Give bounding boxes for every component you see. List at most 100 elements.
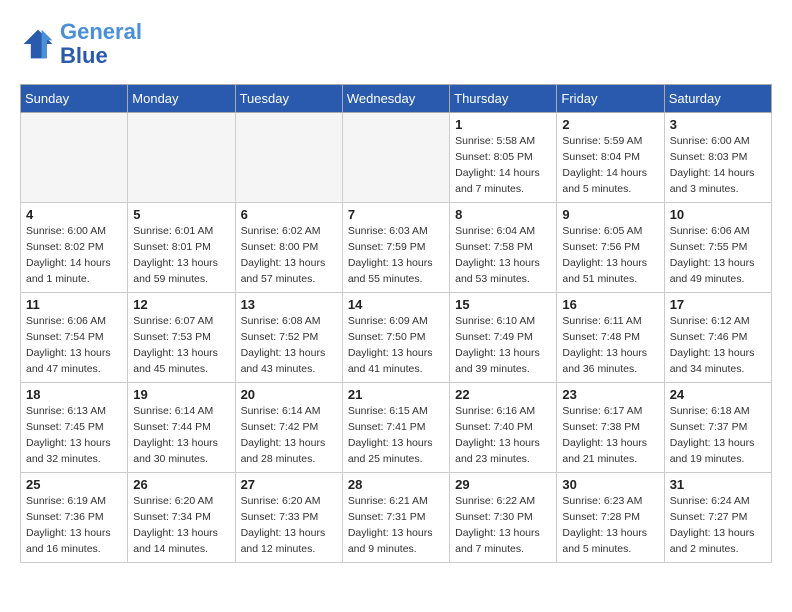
day-info: Sunrise: 6:20 AMSunset: 7:33 PMDaylight:… [241,494,337,557]
calendar-cell: 27 Sunrise: 6:20 AMSunset: 7:33 PMDayligh… [235,473,342,563]
day-number: 11 [26,297,122,312]
calendar-cell: 10 Sunrise: 6:06 AMSunset: 7:55 PMDayligh… [664,203,771,293]
day-info: Sunrise: 6:07 AMSunset: 7:53 PMDaylight:… [133,314,229,377]
calendar-cell: 7 Sunrise: 6:03 AMSunset: 7:59 PMDaylight… [342,203,449,293]
calendar-cell: 21 Sunrise: 6:15 AMSunset: 7:41 PMDayligh… [342,383,449,473]
logo: GeneralBlue [20,20,142,68]
day-info: Sunrise: 5:58 AMSunset: 8:05 PMDaylight:… [455,134,551,197]
calendar-cell: 13 Sunrise: 6:08 AMSunset: 7:52 PMDayligh… [235,293,342,383]
calendar-header-sunday: Sunday [21,85,128,113]
calendar-cell: 6 Sunrise: 6:02 AMSunset: 8:00 PMDaylight… [235,203,342,293]
calendar-cell: 22Sunrise: 6:16 AMSunset: 7:40 PMDayligh… [450,383,557,473]
day-info: Sunrise: 6:12 AMSunset: 7:46 PMDaylight:… [670,314,766,377]
day-number: 9 [562,207,658,222]
calendar-cell: 16 Sunrise: 6:11 AMSunset: 7:48 PMDayligh… [557,293,664,383]
day-info: Sunrise: 5:59 AMSunset: 8:04 PMDaylight:… [562,134,658,197]
calendar-header-thursday: Thursday [450,85,557,113]
day-info: Sunrise: 6:19 AMSunset: 7:36 PMDaylight:… [26,494,122,557]
day-number: 21 [348,387,444,402]
day-number: 10 [670,207,766,222]
calendar-table: SundayMondayTuesdayWednesdayThursdayFrid… [20,84,772,563]
day-info: Sunrise: 6:05 AMSunset: 7:56 PMDaylight:… [562,224,658,287]
day-info: Sunrise: 6:18 AMSunset: 7:37 PMDaylight:… [670,404,766,467]
day-number: 20 [241,387,337,402]
calendar-header-monday: Monday [128,85,235,113]
day-info: Sunrise: 6:01 AMSunset: 8:01 PMDaylight:… [133,224,229,287]
day-number: 19 [133,387,229,402]
calendar-cell: 14 Sunrise: 6:09 AMSunset: 7:50 PMDayligh… [342,293,449,383]
day-info: Sunrise: 6:06 AMSunset: 7:55 PMDaylight:… [670,224,766,287]
day-number: 31 [670,477,766,492]
day-number: 16 [562,297,658,312]
calendar-cell: 11 Sunrise: 6:06 AMSunset: 7:54 PMDayligh… [21,293,128,383]
day-info: Sunrise: 6:15 AMSunset: 7:41 PMDaylight:… [348,404,444,467]
calendar-cell: 28 Sunrise: 6:21 AMSunset: 7:31 PMDayligh… [342,473,449,563]
calendar-week-1: 1 Sunrise: 5:58 AMSunset: 8:05 PMDaylight… [21,113,772,203]
day-info: Sunrise: 6:10 AMSunset: 7:49 PMDaylight:… [455,314,551,377]
day-info: Sunrise: 6:06 AMSunset: 7:54 PMDaylight:… [26,314,122,377]
calendar-cell: 4 Sunrise: 6:00 AMSunset: 8:02 PMDaylight… [21,203,128,293]
day-info: Sunrise: 6:00 AMSunset: 8:03 PMDaylight:… [670,134,766,197]
day-info: Sunrise: 6:08 AMSunset: 7:52 PMDaylight:… [241,314,337,377]
calendar-cell: 3 Sunrise: 6:00 AMSunset: 8:03 PMDaylight… [664,113,771,203]
day-number: 17 [670,297,766,312]
day-number: 18 [26,387,122,402]
calendar-cell [235,113,342,203]
day-number: 6 [241,207,337,222]
day-number: 14 [348,297,444,312]
day-number: 22 [455,387,551,402]
day-info: Sunrise: 6:17 AMSunset: 7:38 PMDaylight:… [562,404,658,467]
calendar-header-tuesday: Tuesday [235,85,342,113]
calendar-cell: 5Sunrise: 6:01 AMSunset: 8:01 PMDaylight… [128,203,235,293]
day-info: Sunrise: 6:21 AMSunset: 7:31 PMDaylight:… [348,494,444,557]
calendar-cell: 2 Sunrise: 5:59 AMSunset: 8:04 PMDaylight… [557,113,664,203]
day-info: Sunrise: 6:03 AMSunset: 7:59 PMDaylight:… [348,224,444,287]
calendar-header-row: SundayMondayTuesdayWednesdayThursdayFrid… [21,85,772,113]
day-number: 24 [670,387,766,402]
calendar-cell: 31 Sunrise: 6:24 AMSunset: 7:27 PMDayligh… [664,473,771,563]
day-number: 30 [562,477,658,492]
day-number: 12 [133,297,229,312]
calendar-cell [128,113,235,203]
calendar-cell: 24 Sunrise: 6:18 AMSunset: 7:37 PMDayligh… [664,383,771,473]
day-info: Sunrise: 6:00 AMSunset: 8:02 PMDaylight:… [26,224,122,287]
day-info: Sunrise: 6:20 AMSunset: 7:34 PMDaylight:… [133,494,229,557]
day-info: Sunrise: 6:02 AMSunset: 8:00 PMDaylight:… [241,224,337,287]
calendar-cell: 25 Sunrise: 6:19 AMSunset: 7:36 PMDayligh… [21,473,128,563]
day-info: Sunrise: 6:14 AMSunset: 7:44 PMDaylight:… [133,404,229,467]
calendar-cell: 19 Sunrise: 6:14 AMSunset: 7:44 PMDayligh… [128,383,235,473]
calendar-header-saturday: Saturday [664,85,771,113]
calendar-cell: 23 Sunrise: 6:17 AMSunset: 7:38 PMDayligh… [557,383,664,473]
day-number: 4 [26,207,122,222]
day-number: 13 [241,297,337,312]
day-number: 29 [455,477,551,492]
day-number: 15 [455,297,551,312]
calendar-cell: 30Sunrise: 6:23 AMSunset: 7:28 PMDayligh… [557,473,664,563]
calendar-cell: 17 Sunrise: 6:12 AMSunset: 7:46 PMDayligh… [664,293,771,383]
page-header: GeneralBlue [20,20,772,68]
logo-icon [20,26,56,62]
day-number: 28 [348,477,444,492]
calendar-cell: 1 Sunrise: 5:58 AMSunset: 8:05 PMDaylight… [450,113,557,203]
day-number: 1 [455,117,551,132]
day-number: 23 [562,387,658,402]
day-info: Sunrise: 6:09 AMSunset: 7:50 PMDaylight:… [348,314,444,377]
calendar-header-friday: Friday [557,85,664,113]
calendar-header-wednesday: Wednesday [342,85,449,113]
day-info: Sunrise: 6:14 AMSunset: 7:42 PMDaylight:… [241,404,337,467]
day-info: Sunrise: 6:24 AMSunset: 7:27 PMDaylight:… [670,494,766,557]
logo-text: GeneralBlue [60,20,142,68]
calendar-week-5: 25 Sunrise: 6:19 AMSunset: 7:36 PMDayligh… [21,473,772,563]
day-number: 26 [133,477,229,492]
calendar-cell: 18 Sunrise: 6:13 AMSunset: 7:45 PMDayligh… [21,383,128,473]
day-number: 2 [562,117,658,132]
day-number: 7 [348,207,444,222]
day-number: 8 [455,207,551,222]
day-number: 27 [241,477,337,492]
day-number: 3 [670,117,766,132]
day-info: Sunrise: 6:13 AMSunset: 7:45 PMDaylight:… [26,404,122,467]
day-info: Sunrise: 6:04 AMSunset: 7:58 PMDaylight:… [455,224,551,287]
day-info: Sunrise: 6:11 AMSunset: 7:48 PMDaylight:… [562,314,658,377]
day-number: 25 [26,477,122,492]
calendar-week-4: 18 Sunrise: 6:13 AMSunset: 7:45 PMDayligh… [21,383,772,473]
